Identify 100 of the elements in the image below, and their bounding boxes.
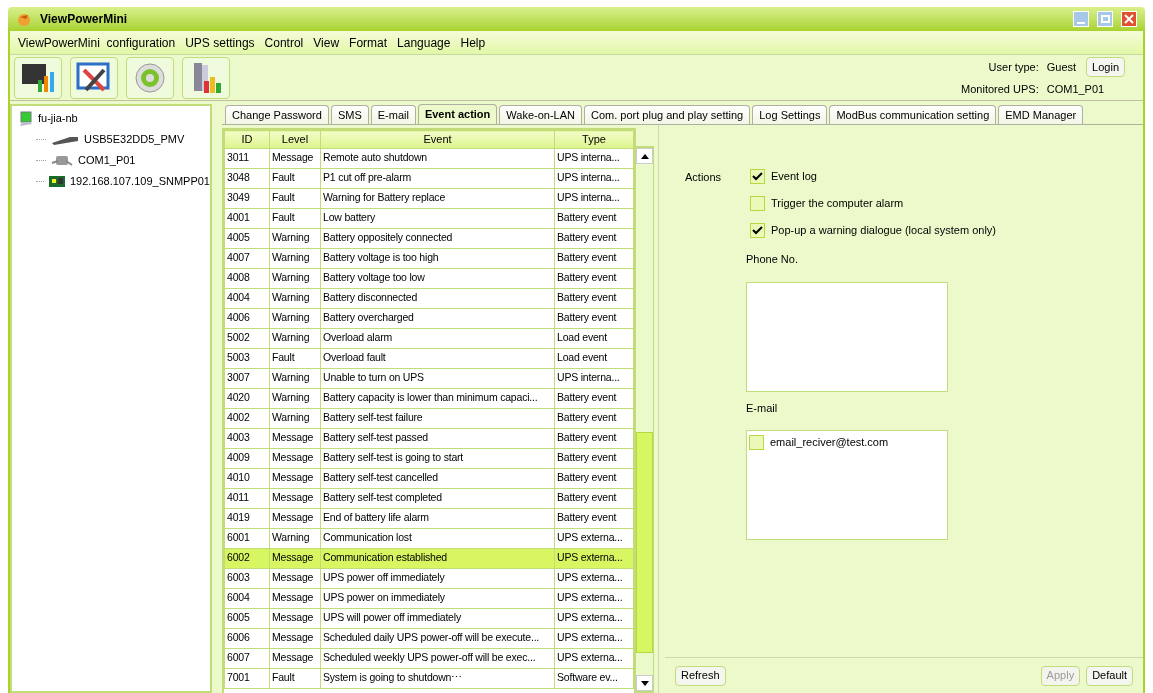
table-cell: Battery capacity is lower than minimum capaci... [320, 388, 555, 408]
tab[interactable]: Log Settings [752, 105, 828, 124]
table-cell: Message [269, 608, 321, 628]
table-cell: UPS power off immediately [320, 568, 555, 588]
table-cell: Battery overcharged [320, 308, 555, 328]
table-cell: UPS externa... [554, 628, 634, 648]
table-cell: UPS externa... [554, 568, 634, 588]
table-cell: UPS power on immediately [320, 588, 555, 608]
window-title: ViewPowerMini [40, 11, 128, 28]
table-cell: UPS interna... [554, 188, 634, 208]
table-cell: Warning [269, 308, 321, 328]
table-cell: Warning [269, 228, 321, 248]
tree-item[interactable]: COM1_P01 [78, 152, 136, 169]
table-cell: Warning [269, 408, 321, 428]
table-cell: Battery disconnected [320, 288, 555, 308]
tab[interactable]: Wake-on-LAN [499, 105, 582, 124]
tab[interactable]: Com. port plug and play setting [584, 105, 751, 124]
menu-item[interactable]: UPS settings [185, 33, 255, 52]
scrollbar-thumb[interactable] [636, 432, 653, 653]
action-button[interactable]: Refresh [675, 665, 726, 686]
column-header[interactable]: Event [320, 130, 555, 148]
table-cell: Message [269, 428, 321, 448]
up-triangle-icon [640, 153, 649, 159]
menu-item[interactable]: Help [460, 33, 486, 52]
tab[interactable]: E-mail [370, 105, 416, 124]
table-cell: 4020 [224, 388, 270, 408]
table-cell: Unable to turn on UPS [320, 368, 555, 388]
table-cell: 4009 [224, 448, 270, 468]
table-cell: Warning [269, 288, 321, 308]
scroll-down-button[interactable] [636, 675, 653, 691]
tab[interactable]: ModBus communication setting [829, 105, 997, 124]
table-cell: Message [269, 648, 321, 668]
table-cell: Fault [269, 668, 321, 688]
table-cell: Communication lost [320, 528, 555, 548]
table-cell: Warning for Battery replace [320, 188, 555, 208]
table-cell: Battery self-test completed [320, 488, 555, 508]
table-cell: Warning [269, 388, 321, 408]
checkbox[interactable] [750, 195, 765, 211]
table-cell: Battery event [554, 308, 634, 328]
scroll-up-button[interactable] [636, 148, 653, 164]
menu-item[interactable]: Format [349, 33, 388, 52]
table-cell: Communication established [320, 548, 555, 568]
menu-item[interactable]: Language [397, 33, 451, 52]
column-header[interactable]: Level [269, 130, 321, 148]
table-cell: Fault [269, 208, 321, 228]
table-cell: Battery oppositely connected [320, 228, 555, 248]
email-address: email_reciver@test.com [770, 434, 889, 450]
user-type-value: Guest [1046, 60, 1077, 75]
checkbox[interactable] [749, 434, 764, 450]
books-chart-toolbar-button[interactable] [182, 56, 230, 99]
table-cell: 6006 [224, 628, 270, 648]
tools-toolbar-button[interactable] [70, 56, 118, 99]
table-cell: Load event [554, 328, 634, 348]
table-cell: Fault [269, 348, 321, 368]
login-button[interactable]: Login [1086, 57, 1125, 78]
table-cell: Warning [269, 368, 321, 388]
checkbox[interactable] [750, 222, 765, 238]
table-cell: Battery self-test is going to start [320, 448, 555, 468]
table-cell: Fault [269, 168, 321, 188]
tab[interactable]: SMS [330, 105, 369, 124]
checkbox[interactable] [750, 168, 765, 184]
tree-item[interactable]: fu-jia-nb [38, 110, 78, 127]
table-cell: Warning [269, 328, 321, 348]
monitor-chart-toolbar-button[interactable] [14, 56, 62, 99]
table-cell: Scheduled daily UPS power-off will be execute... [320, 628, 555, 648]
table-cell: Message [269, 508, 321, 528]
menu-item[interactable]: ViewPowerMini configuration [18, 33, 176, 52]
close-button[interactable] [1121, 11, 1137, 27]
table-cell: Battery self-test failure [320, 408, 555, 428]
table-cell: 4008 [224, 268, 270, 288]
table-cell: Battery event [554, 508, 634, 528]
tab[interactable]: Event action [417, 104, 498, 124]
column-header[interactable]: ID [224, 130, 270, 148]
table-cell: Warning [269, 248, 321, 268]
gear-toolbar-button[interactable] [126, 56, 174, 99]
table-cell: Message [269, 148, 321, 168]
table-cell: Battery event [554, 408, 634, 428]
tab[interactable]: Change Password [225, 105, 329, 124]
menu-item[interactable]: Control [264, 33, 304, 52]
table-cell: 6007 [224, 648, 270, 668]
selected-table-row[interactable]: 6002 Message Communication established UPS externa... [224, 548, 634, 568]
tab[interactable]: EMD Manager [998, 105, 1084, 124]
tree-item[interactable]: USB5E32DD5_PMV [84, 131, 185, 148]
menu-item[interactable]: View [313, 33, 340, 52]
action-button[interactable]: Default [1086, 665, 1133, 686]
table-cell: 6005 [224, 608, 270, 628]
column-header[interactable]: Type [554, 130, 634, 148]
computer-icon [18, 110, 34, 127]
table-cell: 3048 [224, 168, 270, 188]
table-cell: UPS interna... [554, 168, 634, 188]
app-logo-icon [16, 11, 32, 27]
table-cell: 5002 [224, 328, 270, 348]
table-cell: Low battery [320, 208, 555, 228]
scrollbar[interactable] [636, 146, 654, 693]
checkbox-label: Trigger the computer alarm [771, 195, 904, 211]
table-cell: Battery self-test cancelled [320, 468, 555, 488]
table-cell: P1 cut off pre-alarm [320, 168, 555, 188]
email-list-box[interactable]: email_reciver@test.com [746, 430, 948, 540]
email-label: E-mail [746, 400, 779, 416]
tree-item[interactable]: 192.168.107.109_SNMPP01 [69, 173, 210, 190]
